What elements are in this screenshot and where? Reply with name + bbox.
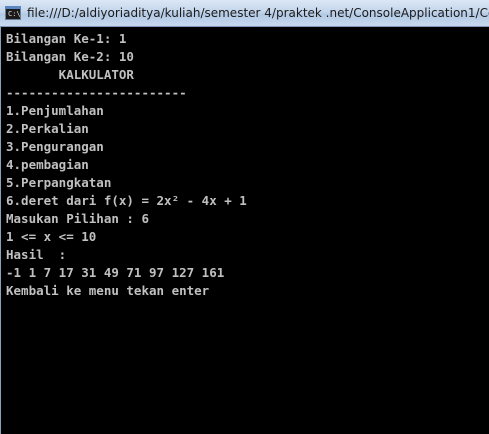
console-app-icon[interactable]: C:\ <box>5 6 21 20</box>
console-line-option-3: 3.Pengurangan <box>6 139 104 154</box>
console-line-range: 1 <= x <= 10 <box>6 229 97 244</box>
console-icon-bar <box>5 6 21 9</box>
console-line-option-5: 5.Perpangkatan <box>6 175 112 190</box>
console-line-option-4: 4.pembagian <box>6 157 89 172</box>
console-line-number-1: Bilangan Ke-1: 1 <box>6 31 127 46</box>
console-text: Bilangan Ke-1: 1 Bilangan Ke-2: 10 KALKU… <box>6 30 247 300</box>
console-line-result-values: -1 1 7 17 31 49 71 97 127 161 <box>6 265 225 280</box>
console-icon-prompt: C:\ <box>8 10 21 18</box>
console-line-choice-input: Masukan Pilihan : 6 <box>6 211 149 226</box>
window-title: file:///D:/aldiyoriaditya/kuliah/semeste… <box>27 6 489 20</box>
title-bar[interactable]: C:\ file:///D:/aldiyoriaditya/kuliah/sem… <box>0 0 489 27</box>
console-line-option-1: 1.Penjumlahan <box>6 103 104 118</box>
console-output-area[interactable]: Bilangan Ke-1: 1 Bilangan Ke-2: 10 KALKU… <box>0 27 489 434</box>
console-line-menu-title: KALKULATOR <box>6 67 134 82</box>
console-line-number-2: Bilangan Ke-2: 10 <box>6 49 134 64</box>
console-line-return-prompt: Kembali ke menu tekan enter <box>6 283 210 298</box>
console-line-separator: ------------------------ <box>6 85 187 100</box>
console-line-option-6: 6.deret dari f(x) = 2x² - 4x + 1 <box>6 193 247 208</box>
console-line-result-label: Hasil : <box>6 247 67 262</box>
console-line-option-2: 2.Perkalian <box>6 121 89 136</box>
console-window: C:\ file:///D:/aldiyoriaditya/kuliah/sem… <box>0 0 489 434</box>
